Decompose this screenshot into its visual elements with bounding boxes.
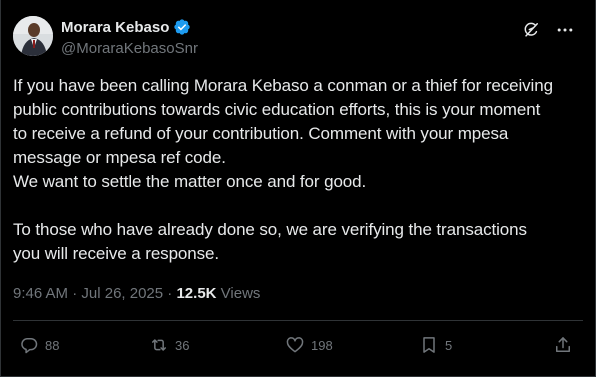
reply-count: 88 — [45, 337, 60, 353]
tweet-text-line: To those who have already done so, we ar… — [13, 220, 527, 239]
verified-badge-icon — [173, 18, 191, 36]
like-button[interactable]: 198 — [285, 330, 333, 360]
like-count: 198 — [311, 337, 333, 353]
grok-icon[interactable] — [521, 20, 541, 40]
tweet-time[interactable]: 9:46 AM — [13, 285, 68, 302]
tweet-text-line: message or mpesa ref code. — [13, 148, 226, 167]
bookmark-icon — [423, 337, 435, 353]
tweet-top-actions — [521, 20, 575, 40]
author-name-row[interactable]: Morara Kebaso — [61, 18, 191, 36]
repost-icon — [152, 339, 166, 351]
share-icon — [556, 337, 570, 352]
repost-count: 36 — [175, 337, 190, 353]
meta-separator: · — [163, 285, 177, 302]
tweet-text-line: public contributions towards civic educa… — [13, 100, 541, 119]
tweet-card: Morara Kebaso @MoraraKebasoSnr If you ha… — [0, 0, 596, 377]
tweet-text-line: We want to settle the matter once and fo… — [13, 172, 367, 191]
reply-icon — [21, 338, 38, 354]
share-button[interactable] — [553, 330, 573, 360]
tweet-text-line: If you have been calling Morara Kebaso a… — [13, 76, 553, 95]
bookmark-button[interactable]: 5 — [419, 330, 452, 360]
views-label: Views — [216, 285, 261, 302]
repost-button[interactable]: 36 — [149, 330, 189, 360]
tweet-text: If you have been calling Morara Kebaso a… — [13, 74, 583, 266]
heart-icon — [286, 337, 304, 353]
tweet-date[interactable]: Jul 26, 2025 — [81, 285, 163, 302]
tweet-text-line: you will receive a response. — [13, 244, 220, 263]
tweet-actions-bar: 88 36 198 5 — [13, 330, 585, 360]
divider — [13, 320, 583, 321]
avatar-image — [13, 16, 53, 56]
meta-separator: · — [68, 285, 82, 302]
author-display-name[interactable]: Morara Kebaso — [61, 19, 169, 36]
bookmark-count: 5 — [445, 337, 453, 353]
reply-button[interactable]: 88 — [19, 330, 59, 360]
tweet-meta: 9:46 AM · Jul 26, 2025 · 12.5K Views — [13, 285, 260, 302]
avatar[interactable] — [13, 16, 53, 56]
tweet-text-line: to receive a refund of your contribution… — [13, 124, 509, 143]
author-handle[interactable]: @MoraraKebasoSnr — [61, 40, 198, 57]
views-count: 12.5K — [176, 285, 217, 302]
more-icon[interactable] — [555, 20, 575, 40]
